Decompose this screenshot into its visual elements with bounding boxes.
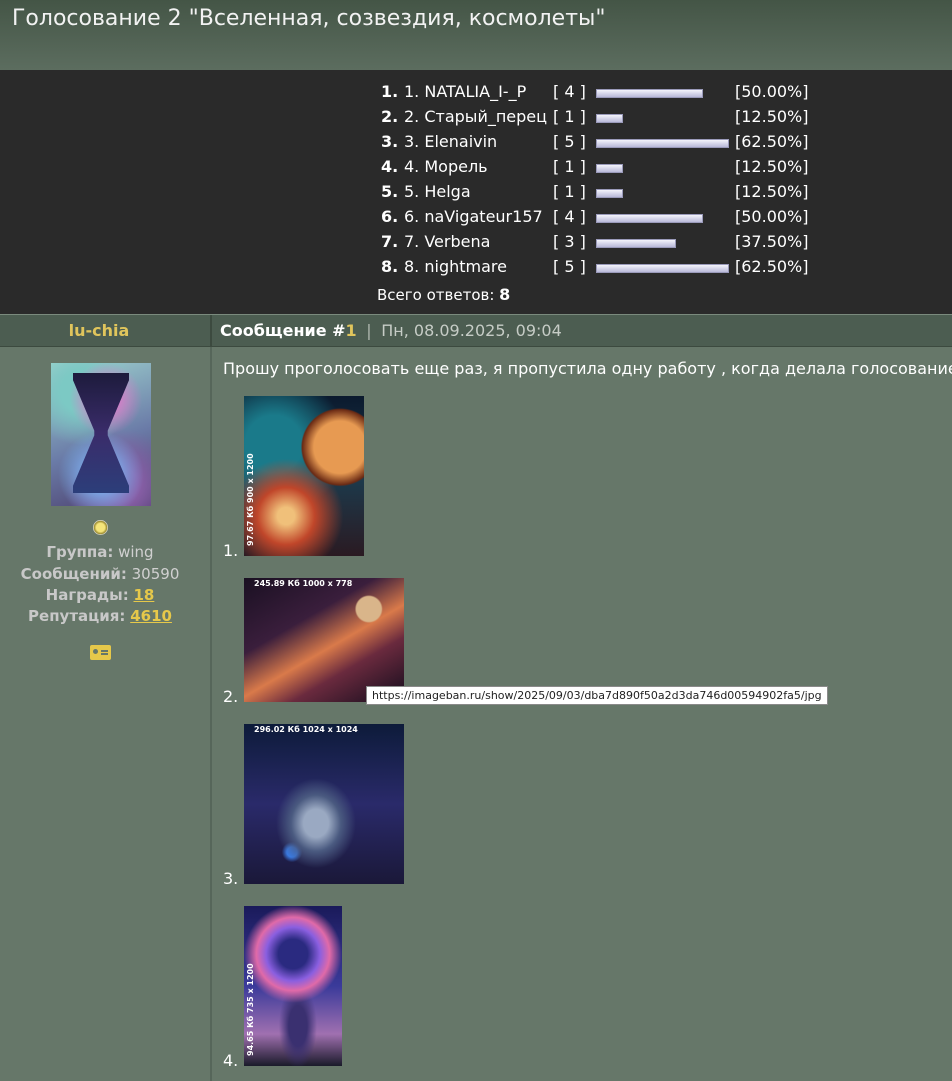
poll-row: 1. 1. NATALIA_I-_P [ 4 ] [50.00%] [0,80,952,105]
image-thumbnail[interactable]: 245.89 Кб 1000 x 778 [244,578,404,702]
poll-bar [596,89,703,98]
poll-option-name: 8. nightmare [404,257,507,276]
message-date: Пн, 08.09.2025, 09:04 [381,321,562,340]
group-value: wing [118,543,154,561]
poll-option-name: 6. naVigateur157 [404,207,543,226]
image-caption: 97.67 Кб 900 x 1200 [246,453,255,546]
poll-rank: 2. [381,107,399,126]
poll-row: 7. 7. Verbena [ 3 ] [37.50%] [0,230,952,255]
poll-bar [596,239,676,248]
group-label: Группа: [46,543,114,561]
poll-rank: 7. [381,232,399,251]
message-header: Сообщение #1 | Пн, 08.09.2025, 09:04 [220,321,562,340]
header-separator: | [366,321,372,340]
poll-rank: 4. [381,157,399,176]
message-number-link[interactable]: 1 [346,321,357,340]
badge-icon [93,520,108,535]
poll-bar [596,214,703,223]
user-awards: Награды: 18 [0,586,200,604]
image-caption: 296.02 Кб 1024 x 1024 [254,725,358,734]
link-tooltip: https://imageban.ru/show/2025/09/03/dba7… [366,686,828,705]
poll-total-value: 8 [499,285,511,304]
awards-link[interactable]: 18 [133,586,154,604]
poll-percent: [50.00%] [735,82,809,101]
poll-rank: 3. [381,132,399,151]
poll-results: 1. 1. NATALIA_I-_P [ 4 ] [50.00%] 2. 2. … [0,70,952,314]
header-divider [210,315,212,348]
poll-option-name: 7. Verbena [404,232,491,251]
poll-total: Всего ответов: 8 [377,285,510,304]
messages-label: Сообщений: [20,565,127,583]
poll-percent: [62.50%] [735,132,809,151]
image-thumbnail[interactable]: 296.02 Кб 1024 x 1024 [244,724,404,884]
user-reputation: Репутация: 4610 [0,607,200,625]
poll-votes: [ 5 ] [553,257,586,276]
poll-bar [596,189,623,198]
page-title: Голосование 2 "Вселенная, созвездия, кос… [12,6,606,31]
user-group: Группа: wing [0,543,200,561]
poll-row: 5. 5. Helga [ 1 ] [12.50%] [0,180,952,205]
poll-votes: [ 4 ] [553,82,586,101]
poll-rank: 8. [381,257,399,276]
reputation-label: Репутация: [28,607,126,625]
poll-option-name: 3. Elenaivin [404,132,498,151]
image-thumbnail[interactable]: 94.65 Кб 735 x 1200 [244,906,342,1066]
image-number: 1. [223,541,239,560]
profile-card-icon[interactable] [90,645,111,660]
image-caption: 245.89 Кб 1000 x 778 [254,579,353,588]
user-messages: Сообщений: 30590 [0,565,200,583]
image-number: 3. [223,869,239,888]
poll-option-name: 5. Helga [404,182,471,201]
post-content: Прошу проголосовать еще раз, я пропустил… [212,347,952,1081]
poll-percent: [12.50%] [735,157,809,176]
poll-bar [596,164,623,173]
post-header: lu-chia Сообщение #1 | Пн, 08.09.2025, 0… [0,314,952,348]
poll-percent: [12.50%] [735,107,809,126]
image-caption: 94.65 Кб 735 x 1200 [246,963,255,1056]
poll-bar [596,114,623,123]
poll-votes: [ 3 ] [553,232,586,251]
poll-votes: [ 4 ] [553,207,586,226]
author-sidebar: Группа: wing Сообщений: 30590 Награды: 1… [0,347,212,1081]
poll-votes: [ 1 ] [553,157,586,176]
poll-total-label: Всего ответов: [377,286,495,304]
poll-option-name: 2. Старый_перец [404,107,548,126]
poll-percent: [50.00%] [735,207,809,226]
avatar[interactable] [51,363,151,506]
poll-votes: [ 5 ] [553,132,586,151]
messages-value: 30590 [131,565,180,583]
poll-row: 6. 6. naVigateur157 [ 4 ] [50.00%] [0,205,952,230]
author-name[interactable]: lu-chia [0,321,198,340]
message-label: Сообщение # [220,321,346,340]
poll-rank: 6. [381,207,399,226]
poll-rank: 1. [381,82,399,101]
poll-option-name: 1. NATALIA_I-_P [404,82,527,101]
page-header: Голосование 2 "Вселенная, созвездия, кос… [0,0,952,70]
image-thumbnail[interactable]: 97.67 Кб 900 x 1200 [244,396,364,556]
poll-row: 4. 4. Морель [ 1 ] [12.50%] [0,155,952,180]
image-number: 4. [223,1051,239,1070]
poll-bar [596,264,729,273]
image-number: 2. [223,687,239,706]
post-text: Прошу проголосовать еще раз, я пропустил… [223,359,952,378]
poll-row: 3. 3. Elenaivin [ 5 ] [62.50%] [0,130,952,155]
poll-votes: [ 1 ] [553,107,586,126]
poll-row: 2. 2. Старый_перец [ 1 ] [12.50%] [0,105,952,130]
poll-bar [596,139,729,148]
poll-votes: [ 1 ] [553,182,586,201]
poll-percent: [62.50%] [735,257,809,276]
reputation-link[interactable]: 4610 [130,607,172,625]
poll-rank: 5. [381,182,399,201]
poll-option-name: 4. Морель [404,157,488,176]
poll-row: 8. 8. nightmare [ 5 ] [62.50%] [0,255,952,280]
poll-percent: [12.50%] [735,182,809,201]
awards-label: Награды: [45,586,129,604]
poll-percent: [37.50%] [735,232,809,251]
